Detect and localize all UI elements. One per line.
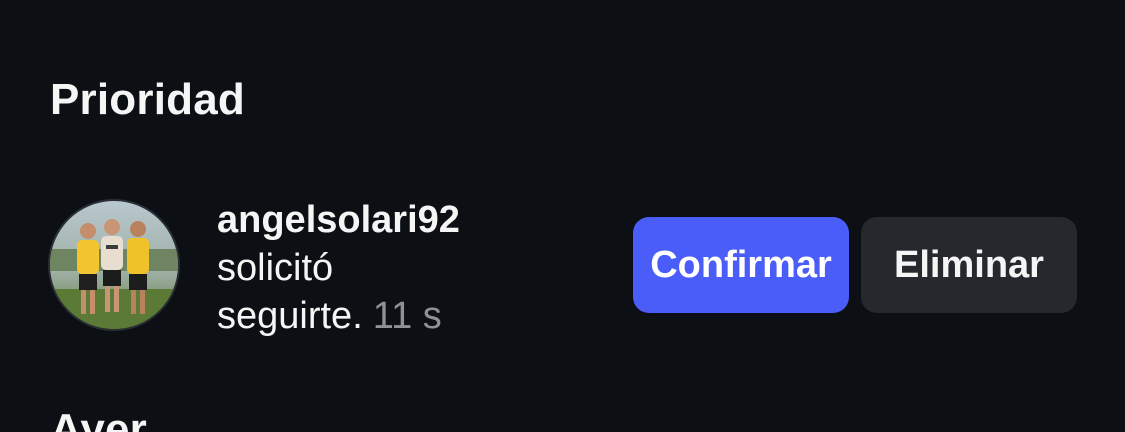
section-title-yesterday: Ayer [50,405,148,432]
confirm-button[interactable]: Confirmar [633,217,849,313]
activity-screen: Prioridad angelsolari92 solicitó seguirt… [0,0,1125,432]
profile-photo-icon [50,201,178,329]
timestamp: 11 s [372,295,442,337]
delete-button[interactable]: Eliminar [861,217,1077,313]
request-message: solicitó seguirte. [217,247,363,337]
username[interactable]: angelsolari92 [217,196,517,244]
avatar[interactable] [48,199,180,331]
section-title-priority: Prioridad [50,75,245,124]
follow-request-row[interactable]: angelsolari92 solicitó seguirte. 11 s Con… [0,190,1125,340]
request-text: angelsolari92 solicitó seguirte. 11 s [217,196,517,340]
